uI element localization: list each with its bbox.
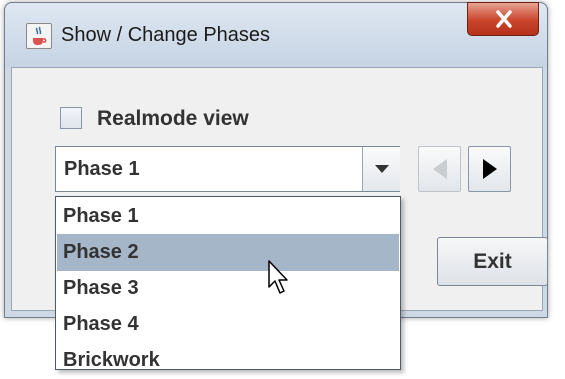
dropdown-option-phase-4[interactable]: Phase 4 bbox=[57, 306, 399, 343]
left-arrow-icon bbox=[433, 159, 447, 179]
window-title: Show / Change Phases bbox=[61, 24, 271, 46]
previous-phase-button[interactable] bbox=[418, 146, 461, 192]
dropdown-option-phase-1[interactable]: Phase 1 bbox=[57, 198, 399, 235]
next-phase-button[interactable] bbox=[468, 146, 511, 192]
dropdown-option-phase-3[interactable]: Phase 3 bbox=[57, 270, 399, 307]
dropdown-option-phase-2[interactable]: Phase 2 bbox=[57, 234, 399, 271]
java-coffee-cup-icon bbox=[26, 23, 52, 49]
phase-combobox-value: Phase 1 bbox=[64, 158, 140, 180]
realmode-label[interactable]: Realmode view bbox=[97, 107, 249, 131]
combobox-arrow-button[interactable] bbox=[362, 147, 400, 191]
close-button[interactable] bbox=[467, 2, 539, 36]
dropdown-option-brickwork[interactable]: Brickwork bbox=[57, 342, 399, 379]
title-bar: Show / Change Phases bbox=[5, 2, 547, 67]
mouse-pointer-icon bbox=[268, 260, 288, 294]
phase-combobox[interactable]: Phase 1 bbox=[55, 146, 400, 192]
right-arrow-icon bbox=[483, 159, 497, 179]
exit-button[interactable]: Exit bbox=[437, 237, 548, 286]
phase-dropdown-list: Phase 1 Phase 2 Phase 3 Phase 4 Brickwor… bbox=[55, 196, 401, 371]
realmode-checkbox[interactable] bbox=[60, 107, 82, 129]
dropdown-triangle-icon bbox=[375, 165, 389, 173]
close-x-icon bbox=[496, 10, 512, 28]
